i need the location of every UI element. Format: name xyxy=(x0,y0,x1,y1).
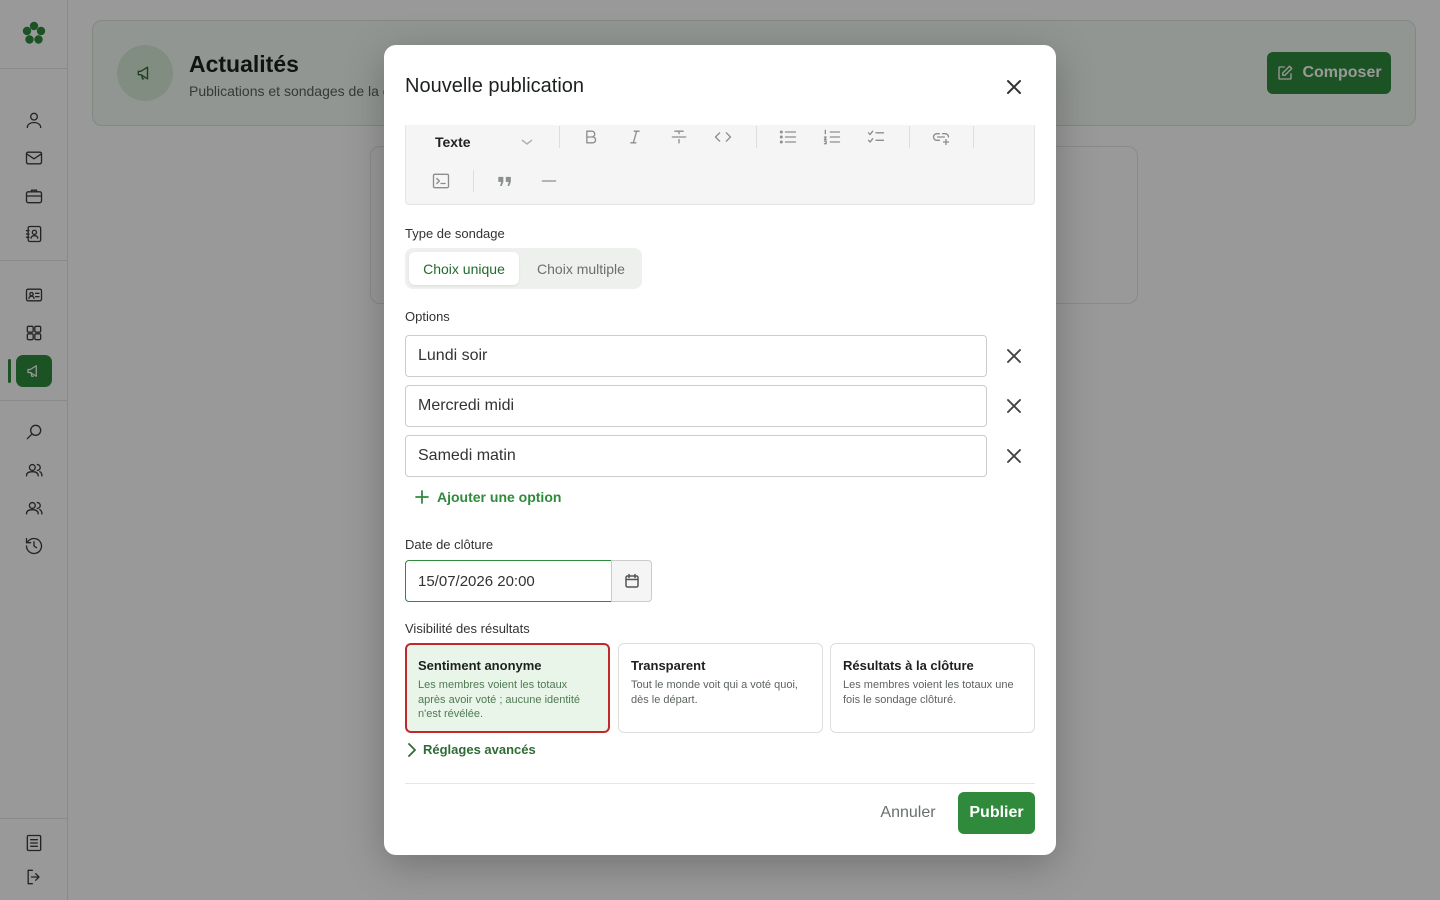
quote-button[interactable] xyxy=(493,169,517,193)
strikethrough-button[interactable] xyxy=(667,125,691,149)
block-type-value: Texte xyxy=(435,134,471,150)
quote-icon xyxy=(498,176,511,186)
close-icon xyxy=(1007,399,1021,413)
visibility-option-desc: Tout le monde voit qui a voté quoi, dès … xyxy=(631,679,798,706)
poll-type-label: Type de sondage xyxy=(405,226,505,241)
code-block-button[interactable] xyxy=(429,169,453,193)
checklist-icon xyxy=(867,130,885,143)
advanced-settings-label: Réglages avancés xyxy=(423,742,536,757)
toolbar-divider xyxy=(756,126,757,148)
visibility-option-desc: Les membres voient les totaux une fois l… xyxy=(843,679,1014,706)
ordered-list-button[interactable] xyxy=(820,125,844,149)
add-option-label: Ajouter une option xyxy=(437,489,562,505)
link-icon xyxy=(932,133,950,146)
visibility-label: Visibilité des résultats xyxy=(405,621,530,636)
horizontal-rule-button[interactable] xyxy=(537,169,561,193)
chevron-down-icon xyxy=(521,139,533,145)
modal-footer-divider xyxy=(405,783,1035,784)
add-option-button[interactable]: Ajouter une option xyxy=(415,489,561,505)
bullet-list-icon xyxy=(779,130,797,144)
modal-title: Nouvelle publication xyxy=(405,75,585,97)
publish-button[interactable]: Publier xyxy=(958,792,1035,834)
visibility-option-transparent[interactable]: Transparent Tout le monde voit qui a vot… xyxy=(618,643,823,733)
bold-button[interactable] xyxy=(579,125,603,149)
visibility-option-on-close[interactable]: Résultats à la clôture Les membres voien… xyxy=(830,643,1035,733)
toolbar-divider xyxy=(559,126,560,148)
visibility-option-desc: Les membres voient les totaux après avoi… xyxy=(418,679,581,720)
code-button[interactable] xyxy=(711,125,735,149)
close-button[interactable] xyxy=(1002,75,1026,99)
checklist-button[interactable] xyxy=(864,125,888,149)
close-icon xyxy=(1007,349,1021,363)
remove-option-button[interactable] xyxy=(1003,395,1025,417)
closing-date-label: Date de clôture xyxy=(405,537,494,552)
poll-type-multiple[interactable]: Choix multiple xyxy=(523,252,639,285)
link-button[interactable] xyxy=(929,125,953,149)
toolbar-divider xyxy=(973,126,974,148)
closing-date-input[interactable]: 15/07/2026 20:00 xyxy=(405,560,612,602)
poll-type-toggle: Choix unique Choix multiple xyxy=(405,248,642,289)
new-post-modal: Nouvelle publication Texte Type de sonda… xyxy=(384,45,1056,855)
options-label: Options xyxy=(405,309,450,324)
visibility-option-anonymous[interactable]: Sentiment anonyme Les membres voient les… xyxy=(405,643,610,733)
plus-icon xyxy=(415,490,429,504)
italic-icon xyxy=(630,130,640,144)
remove-option-button[interactable] xyxy=(1003,345,1025,367)
strikethrough-icon xyxy=(671,130,687,144)
option-input[interactable]: Samedi matin xyxy=(405,435,987,477)
remove-option-button[interactable] xyxy=(1003,445,1025,467)
visibility-option-title: Transparent xyxy=(631,658,706,673)
calendar-icon xyxy=(624,573,639,588)
cancel-button[interactable]: Annuler xyxy=(870,792,946,834)
bullet-list-button[interactable] xyxy=(776,125,800,149)
visibility-option-title: Résultats à la clôture xyxy=(843,658,974,673)
option-input[interactable]: Lundi soir xyxy=(405,335,987,377)
horizontal-rule-icon xyxy=(541,180,557,182)
toolbar-divider xyxy=(473,170,474,192)
visibility-option-title: Sentiment anonyme xyxy=(418,658,542,673)
editor-toolbar: Texte xyxy=(405,125,1035,205)
close-icon xyxy=(1007,80,1021,94)
code-block-icon xyxy=(432,173,450,189)
advanced-settings-toggle[interactable]: Réglages avancés xyxy=(407,742,536,757)
option-input[interactable]: Mercredi midi xyxy=(405,385,987,427)
calendar-button[interactable] xyxy=(611,560,652,602)
bold-icon xyxy=(586,130,597,144)
block-type-select[interactable]: Texte xyxy=(435,130,535,154)
chevron-right-icon xyxy=(408,742,416,757)
toolbar-divider xyxy=(909,126,910,148)
italic-button[interactable] xyxy=(623,125,647,149)
poll-type-single[interactable]: Choix unique xyxy=(409,252,519,285)
close-icon xyxy=(1007,449,1021,463)
code-icon xyxy=(714,132,732,142)
ordered-list-icon xyxy=(823,129,841,145)
